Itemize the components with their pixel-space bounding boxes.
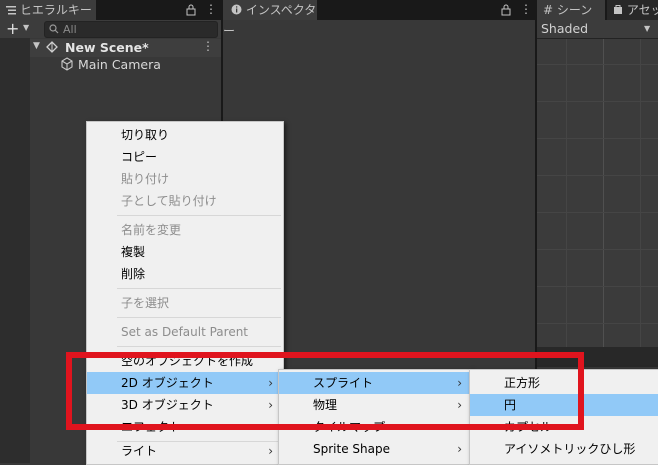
chevron-right-icon: › bbox=[268, 376, 273, 390]
menu-item-light[interactable]: ライト › bbox=[87, 440, 283, 462]
info-icon bbox=[231, 1, 242, 21]
search-input[interactable]: All bbox=[44, 21, 218, 38]
shading-dropdown[interactable]: Shaded ▼ bbox=[537, 20, 658, 39]
chevron-right-icon: › bbox=[457, 376, 462, 390]
scene-viewport[interactable] bbox=[537, 39, 658, 347]
menu-item-delete[interactable]: 削除 bbox=[87, 263, 283, 285]
menu-item-paste[interactable]: 貼り付け bbox=[87, 168, 283, 190]
tab-hierarchy[interactable]: ヒエラルキー bbox=[0, 0, 96, 20]
submenu-item-isometric-diamond[interactable]: アイソメトリックひし形 bbox=[470, 438, 658, 460]
menu-item-2d-object[interactable]: 2D オブジェクト › bbox=[87, 372, 283, 394]
unity-scene-icon bbox=[45, 40, 59, 57]
search-icon bbox=[49, 23, 59, 37]
tab-assets[interactable]: アセッ bbox=[607, 0, 658, 20]
lock-icon[interactable] bbox=[186, 4, 196, 19]
panel-menu-icon[interactable]: ⋮ bbox=[205, 2, 217, 16]
chevron-right-icon: › bbox=[268, 398, 273, 412]
hierarchy-item[interactable]: Main Camera bbox=[30, 57, 221, 73]
search-placeholder: All bbox=[63, 23, 77, 36]
submenu-item-tilemap[interactable]: タイルマップ › bbox=[279, 416, 472, 438]
context-menu: 切り取り コピー 貼り付け 子として貼り付け 名前を変更 複製 削除 子を選択 … bbox=[86, 121, 284, 465]
lower-panel-tabbar bbox=[537, 347, 658, 367]
submenu-item-capsule[interactable]: カプセル bbox=[470, 416, 658, 438]
menu-item-duplicate[interactable]: 複製 bbox=[87, 241, 283, 263]
grid-hash-icon: # bbox=[543, 3, 554, 17]
menu-item-set-default-parent[interactable]: Set as Default Parent bbox=[87, 321, 283, 343]
menu-item-cut[interactable]: 切り取り bbox=[87, 124, 283, 146]
hierarchy-gutter bbox=[0, 38, 30, 463]
panel-menu-icon[interactable]: ⋮ bbox=[520, 2, 532, 16]
submenu-item-square[interactable]: 正方形 bbox=[470, 372, 658, 394]
scene-header-row[interactable]: ▼ New Scene* ⋮ bbox=[30, 39, 221, 57]
chevron-down-icon[interactable]: ▼ bbox=[23, 23, 29, 32]
tab-scene[interactable]: # シーン bbox=[537, 0, 605, 20]
menu-item-3d-object[interactable]: 3D オブジェクト › bbox=[87, 394, 283, 416]
submenu-item-circle[interactable]: 円 bbox=[470, 394, 658, 416]
chevron-down-icon: ▼ bbox=[644, 24, 651, 33]
menu-separator bbox=[117, 317, 281, 318]
hierarchy-item-label: Main Camera bbox=[78, 57, 161, 72]
submenu-item-sprite[interactable]: スプライト › bbox=[279, 372, 472, 394]
lock-icon[interactable] bbox=[501, 4, 511, 19]
menu-item-copy[interactable]: コピー bbox=[87, 146, 283, 168]
menu-item-effects[interactable]: エフェクト › bbox=[87, 416, 283, 438]
menu-item-select-children[interactable]: 子を選択 bbox=[87, 292, 283, 314]
menu-separator bbox=[117, 215, 281, 216]
submenu-item-sprite-shape[interactable]: Sprite Shape › bbox=[279, 438, 472, 460]
add-plus-icon[interactable]: + bbox=[6, 19, 19, 38]
submenu-item-physics[interactable]: 物理 › bbox=[279, 394, 472, 416]
tab-inspector[interactable]: インスペクター bbox=[223, 0, 317, 38]
menu-item-rename[interactable]: 名前を変更 bbox=[87, 219, 283, 241]
scene-name: New Scene* bbox=[65, 40, 149, 55]
submenu-sprite: 正方形 円 カプセル アイソメトリックひし形 bbox=[469, 369, 658, 465]
hierarchy-tab-label: ヒエラルキー bbox=[19, 3, 92, 17]
chevron-right-icon: › bbox=[268, 444, 273, 458]
chevron-right-icon: › bbox=[268, 420, 273, 434]
menu-item-create-empty[interactable]: 空のオブジェクトを作成 bbox=[87, 350, 283, 372]
expand-arrow-icon[interactable]: ▼ bbox=[33, 41, 40, 51]
list-icon bbox=[6, 1, 16, 21]
menu-separator bbox=[117, 346, 281, 347]
chevron-right-icon: › bbox=[457, 442, 462, 456]
scene-tab-label: シーン bbox=[556, 3, 593, 17]
menu-separator bbox=[117, 288, 281, 289]
chevron-right-icon: › bbox=[457, 398, 462, 412]
menu-item-paste-as-child[interactable]: 子として貼り付け bbox=[87, 190, 283, 212]
bag-icon bbox=[613, 1, 623, 21]
assets-tab-label: アセッ bbox=[626, 3, 658, 17]
submenu-2d-object: スプライト › 物理 › タイルマップ › Sprite Shape › bbox=[278, 369, 473, 465]
scene-menu-icon[interactable]: ⋮ bbox=[202, 39, 214, 53]
chevron-right-icon: › bbox=[457, 420, 462, 434]
shading-mode-label: Shaded bbox=[541, 21, 589, 36]
gameobject-cube-icon bbox=[60, 57, 74, 74]
